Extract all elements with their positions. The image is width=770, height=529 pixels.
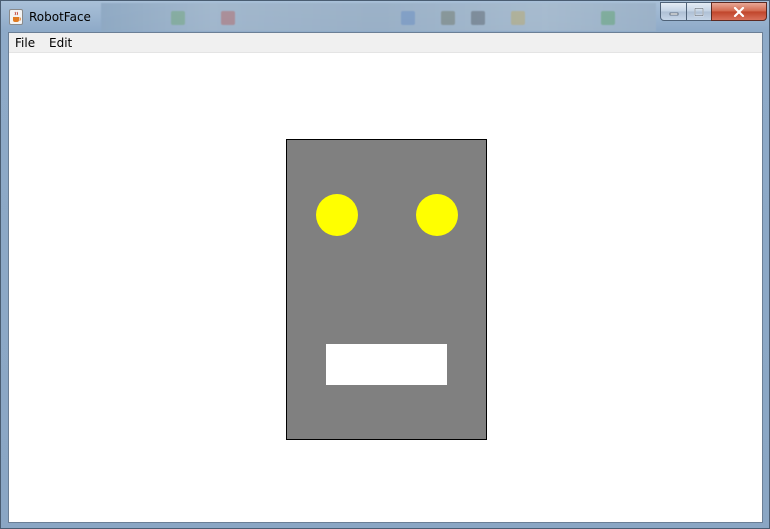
window-title: RobotFace — [29, 10, 91, 24]
robot-head — [286, 139, 487, 440]
minimize-button[interactable] — [660, 2, 687, 21]
app-window: RobotFace File Edit — [0, 0, 770, 529]
robot-mouth — [326, 344, 447, 385]
window-controls — [660, 2, 767, 22]
menu-edit[interactable]: Edit — [49, 36, 72, 50]
minimize-icon — [669, 12, 678, 15]
close-button[interactable] — [711, 2, 767, 21]
menubar: File Edit — [9, 33, 762, 53]
robot-right-eye — [416, 194, 458, 236]
drawing-canvas — [9, 53, 762, 522]
robot-left-eye — [316, 194, 358, 236]
titlebar[interactable]: RobotFace — [1, 1, 769, 32]
client-area: File Edit — [8, 32, 763, 523]
menu-file[interactable]: File — [15, 36, 35, 50]
maximize-button[interactable] — [686, 2, 712, 21]
maximize-icon — [694, 7, 704, 16]
java-cup-icon[interactable] — [9, 9, 23, 25]
close-icon — [733, 6, 745, 17]
